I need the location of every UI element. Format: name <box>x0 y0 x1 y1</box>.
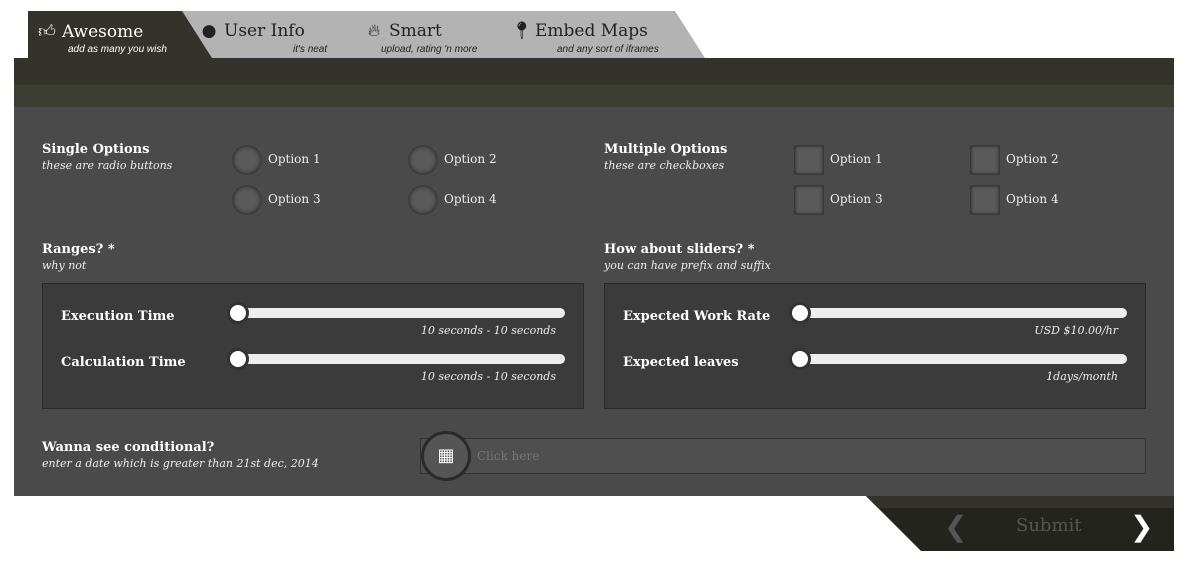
tab-title: Embed Maps <box>535 21 648 41</box>
ranges-sub: why not <box>42 259 87 272</box>
range-slider-handle[interactable] <box>227 348 249 370</box>
checkbox-label: Option 3 <box>830 192 883 206</box>
radio-option-1[interactable] <box>232 145 262 175</box>
slider-value: USD $10.00/hr <box>1034 324 1118 337</box>
multiple-options-label: Multiple Options <box>604 142 728 157</box>
sliders-label-text: How about sliders? <box>604 242 744 257</box>
tab-subtitle: add as many you wish <box>68 44 167 55</box>
user-icon: ● <box>201 21 217 41</box>
checkbox-label: Option 2 <box>1006 152 1059 166</box>
required-marker: * <box>107 242 115 257</box>
submit-button[interactable]: Submit <box>1016 515 1082 536</box>
conditional-sub: enter a date which is greater than 21st … <box>42 457 319 470</box>
prev-arrow-icon[interactable]: ❮ <box>944 510 967 543</box>
sliders-sub: you can have prefix and suffix <box>604 259 771 272</box>
range-value: 10 seconds - 10 seconds <box>420 370 556 383</box>
range-slider-track[interactable] <box>232 354 565 364</box>
sliders-box <box>604 283 1146 409</box>
radio-option-3[interactable] <box>232 185 262 215</box>
sliders-label: How about sliders? * <box>604 242 755 257</box>
checkbox-label: Option 1 <box>830 152 883 166</box>
checkbox-option-4[interactable] <box>970 185 1000 215</box>
range-label: Execution Time <box>61 309 175 324</box>
slider-value: 1days/month <box>1046 370 1118 383</box>
radio-label: Option 3 <box>268 192 321 206</box>
slider-handle[interactable] <box>789 302 811 324</box>
tab-subtitle: and any sort of iframes <box>557 44 659 55</box>
single-options-sub: these are radio buttons <box>42 159 173 172</box>
calendar-button[interactable]: ▦ <box>421 431 471 481</box>
radio-option-2[interactable] <box>408 145 438 175</box>
ranges-box <box>42 283 584 409</box>
header-bar-2 <box>14 85 1174 107</box>
conditional-label: Wanna see conditional? <box>42 440 215 455</box>
range-label: Calculation Time <box>61 355 186 370</box>
range-value: 10 seconds - 10 seconds <box>420 324 556 337</box>
tab-subtitle: upload, rating 'n more <box>381 44 478 55</box>
checkbox-option-3[interactable] <box>794 185 824 215</box>
slider-track[interactable] <box>794 308 1127 318</box>
radio-label: Option 4 <box>444 192 497 206</box>
range-slider-handle[interactable] <box>227 302 249 324</box>
tab-subtitle: it's neat <box>293 44 328 55</box>
slider-label: Expected leaves <box>623 355 739 370</box>
ranges-label: Ranges? * <box>42 242 115 257</box>
tab-title: Smart <box>389 21 442 41</box>
checkbox-option-1[interactable] <box>794 145 824 175</box>
tab-embed-maps[interactable]: 📍︎ Embed Maps and any sort of iframes <box>487 11 705 58</box>
radio-label: Option 1 <box>268 152 321 166</box>
map-marker-icon: 📍︎ <box>511 21 533 41</box>
tab-title: User Info <box>224 21 305 41</box>
date-input[interactable] <box>420 438 1146 474</box>
slider-handle[interactable] <box>789 348 811 370</box>
slider-label: Expected Work Rate <box>623 309 771 324</box>
footer-nav: ❮ Submit ❯ <box>866 496 1174 551</box>
radio-label: Option 2 <box>444 152 497 166</box>
single-options-label: Single Options <box>42 142 150 157</box>
checkbox-label: Option 4 <box>1006 192 1059 206</box>
next-arrow-icon[interactable]: ❯ <box>1130 510 1153 543</box>
calendar-icon: ▦ <box>437 445 455 466</box>
checkbox-option-2[interactable] <box>970 145 1000 175</box>
fire-icon: 🔥︎ <box>367 21 381 41</box>
radio-option-4[interactable] <box>408 185 438 215</box>
required-marker: * <box>747 242 755 257</box>
tab-smart[interactable]: 🔥︎ Smart upload, rating 'n more <box>333 11 519 58</box>
tab-awesome[interactable]: 👍︎ Awesome add as many you wish <box>28 11 212 58</box>
multiple-options-sub: these are checkboxes <box>604 159 725 172</box>
header-bar <box>14 58 1174 85</box>
thumbs-up-icon: 👍︎ <box>38 22 56 42</box>
range-slider-track[interactable] <box>232 308 565 318</box>
tab-title: Awesome <box>62 22 144 42</box>
ranges-label-text: Ranges? <box>42 242 104 257</box>
slider-track[interactable] <box>794 354 1127 364</box>
